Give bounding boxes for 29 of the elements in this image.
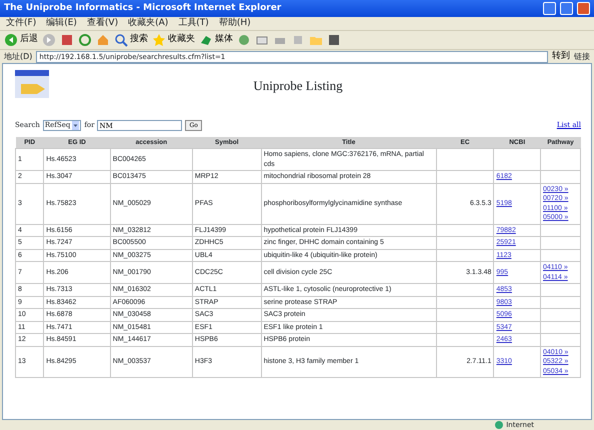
links-label[interactable]: 链接 xyxy=(574,50,590,62)
stop-icon xyxy=(60,33,74,47)
forward-icon xyxy=(42,33,56,47)
toolbar-button[interactable] xyxy=(78,32,92,48)
minimize-button[interactable] xyxy=(543,2,556,15)
toolbar-button[interactable]: 收藏夹 xyxy=(152,32,195,48)
globe-icon xyxy=(495,421,504,429)
search-icon xyxy=(114,33,128,47)
maximize-button[interactable] xyxy=(560,2,573,15)
page-title: Uniprobe Listing xyxy=(252,77,344,95)
close-button[interactable] xyxy=(577,2,590,15)
toolbar-button[interactable]: 媒体 xyxy=(199,32,233,48)
menu-item[interactable]: 编辑(E) xyxy=(46,16,77,30)
go-button[interactable]: 转到 xyxy=(552,48,570,65)
menu-item[interactable]: 帮助(H) xyxy=(218,16,251,30)
toolbar-button[interactable]: 搜索 xyxy=(114,32,148,48)
menu-item[interactable]: 查看(V) xyxy=(86,16,118,30)
menu-item[interactable]: 文件(F) xyxy=(6,16,36,30)
logo-icon xyxy=(15,70,49,98)
media-icon xyxy=(199,33,213,47)
refresh-icon xyxy=(78,33,92,47)
window-title: The Uniprobe Informatics - Microsoft Internet Explorer xyxy=(4,2,282,15)
back-icon xyxy=(4,33,18,47)
star-icon xyxy=(152,33,166,47)
toolbar-button[interactable]: 后退 xyxy=(4,32,38,48)
menu-item[interactable]: 工具(T) xyxy=(178,16,209,30)
menu-item[interactable]: 收藏夹(A) xyxy=(128,16,168,30)
address-label: 地址(D) xyxy=(4,50,32,62)
home-icon xyxy=(96,33,110,47)
